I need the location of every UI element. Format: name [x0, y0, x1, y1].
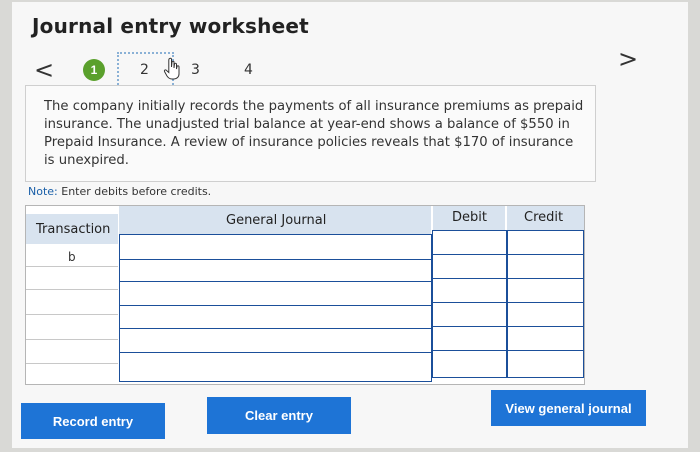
- transaction-row-divider: [26, 314, 118, 315]
- debit-input[interactable]: [432, 350, 507, 378]
- transaction-label: b: [68, 250, 76, 264]
- debit-input[interactable]: [432, 302, 507, 327]
- credit-input[interactable]: [507, 326, 584, 351]
- column-header-general-journal: General Journal: [119, 206, 431, 234]
- note-text: Enter debits before credits.: [61, 185, 212, 198]
- step-4-button[interactable]: 4: [244, 62, 253, 78]
- account-select[interactable]: [119, 352, 432, 382]
- debit-input[interactable]: [432, 230, 507, 255]
- account-select[interactable]: [119, 259, 432, 282]
- note-label: Note:: [28, 185, 58, 198]
- record-entry-button[interactable]: Record entry: [21, 403, 165, 439]
- account-select[interactable]: [119, 305, 432, 329]
- hand-pointer-icon: [163, 57, 180, 80]
- prompt-text: The company initially records the paymen…: [44, 99, 584, 168]
- clear-entry-button[interactable]: Clear entry: [207, 397, 351, 434]
- chevron-right-icon[interactable]: >: [618, 47, 638, 71]
- step-1-button[interactable]: 1: [83, 59, 105, 81]
- column-header-credit: Credit: [507, 206, 584, 230]
- credit-input[interactable]: [507, 254, 584, 279]
- debit-header-label: Debit: [452, 210, 487, 225]
- step-3-button[interactable]: 3: [191, 62, 200, 78]
- step-2-button[interactable]: 2: [140, 62, 149, 78]
- column-header-debit: Debit: [433, 206, 505, 230]
- page-title: Journal entry worksheet: [32, 14, 309, 38]
- transaction-row-divider: [26, 339, 118, 340]
- credit-input[interactable]: [507, 302, 584, 327]
- transaction-row-divider: [26, 266, 118, 267]
- transaction-row-divider: [26, 289, 118, 290]
- general-journal-header-label: General Journal: [226, 213, 327, 228]
- debit-input[interactable]: [432, 326, 507, 351]
- credit-input[interactable]: [507, 350, 584, 378]
- debit-input[interactable]: [432, 278, 507, 303]
- debit-input[interactable]: [432, 254, 507, 279]
- journal-table: Transaction General Journal Debit Credit…: [25, 205, 585, 385]
- column-header-transaction: Transaction: [26, 214, 118, 244]
- account-select[interactable]: [119, 281, 432, 306]
- transaction-header-label: Transaction: [36, 222, 111, 237]
- transaction-row-divider: [26, 363, 118, 364]
- credit-input[interactable]: [507, 278, 584, 303]
- account-select[interactable]: [119, 328, 432, 353]
- account-select[interactable]: [119, 234, 432, 260]
- credit-input[interactable]: [507, 230, 584, 255]
- view-general-journal-button[interactable]: View general journal: [491, 390, 646, 426]
- note: Note: Enter debits before credits.: [28, 185, 211, 198]
- credit-header-label: Credit: [524, 210, 564, 225]
- chevron-left-icon[interactable]: <: [34, 58, 54, 82]
